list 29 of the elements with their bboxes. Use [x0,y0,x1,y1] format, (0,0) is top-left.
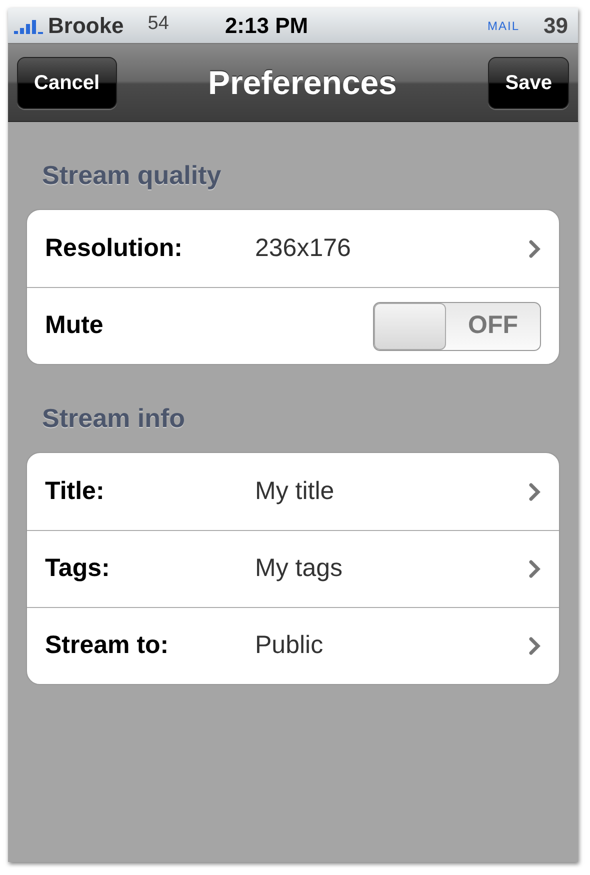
mail-indicator: MAIL [488,18,520,34]
save-button[interactable]: Save [488,56,569,108]
chevron-icon [529,560,541,578]
settings-row[interactable]: Resolution: 236x176 [27,210,559,287]
settings-row[interactable]: Title: My title [27,453,559,530]
row-value: My title [255,476,336,507]
row-label: Resolution: [45,232,184,264]
battery-level: 39 [544,12,568,40]
toggle-switch[interactable]: OFF [373,302,541,350]
row-label: Title: [45,476,106,507]
section-header: Stream info [42,402,186,435]
row-label: Stream to: [45,630,170,662]
navbar-title: Preferences [208,62,397,103]
row-value: My tags [255,553,344,584]
chevron-icon [529,637,541,655]
row-label: Tags: [45,553,111,584]
chevron-icon [529,482,541,500]
carrier-name: Brooke [48,12,124,40]
row-value: 236x176 [255,232,352,264]
status-time: 2:13 PM [224,12,308,40]
row-value: Public [255,630,324,662]
chevron-icon [529,240,541,258]
cancel-button[interactable]: Cancel [17,56,117,108]
section-header: Stream quality [42,159,222,192]
row-label: Mute [45,310,104,342]
signal-strength: 54 [148,12,169,36]
settings-row[interactable]: Stream to: Public [27,607,559,684]
signal-icon [14,18,44,34]
settings-row[interactable]: Tags: My tags [27,530,559,607]
